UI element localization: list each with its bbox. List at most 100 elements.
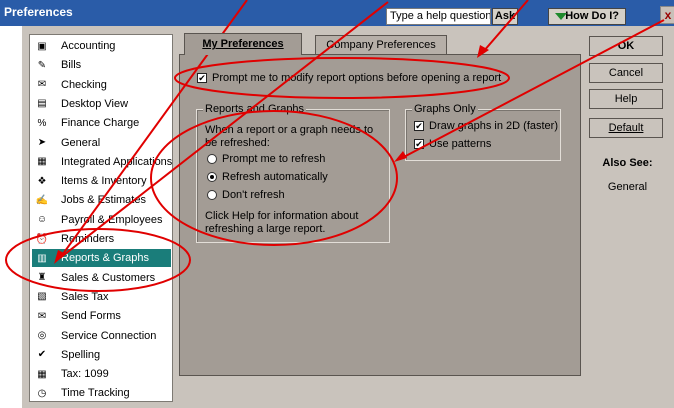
tax-1099-icon: ▦ [37,368,47,380]
general-icon: ➤ [37,137,47,148]
graphs-only-group: Graphs Only ✔ Draw graphs in 2D (faster) … [405,103,561,161]
time-tracking-icon: ◷ [37,387,47,399]
ok-button[interactable]: OK [589,36,663,56]
radio-label: Don't refresh [222,189,285,201]
use-patterns-checkbox[interactable]: ✔ [414,139,424,150]
sidebar-item-label: Bills [61,59,82,72]
dropdown-triangle-icon [555,13,567,20]
items-inventory-icon: ❖ [37,175,47,187]
sidebar-item-label: Reminders [61,233,115,245]
sidebar-item-desktop-view[interactable]: ▤ Desktop View [32,95,171,113]
draw-2d-checkbox[interactable]: ✔ [414,121,424,132]
sidebar-item-label: Items & Inventory [61,175,147,188]
send-forms-icon: ✉ [37,310,47,322]
sidebar-item-label: Checking [61,78,107,91]
jobs-estimates-icon: ✍ [35,194,49,206]
sidebar-item-tax-1099[interactable]: ▦ Tax: 1099 [32,365,171,383]
sidebar-item-label: Tax: 1099 [61,368,109,381]
sidebar-item-accounting[interactable]: ▣ Accounting [32,37,171,55]
sidebar-item-bills[interactable]: ✎ Bills [32,56,171,74]
payroll-employees-icon: ☺ [36,214,48,226]
sidebar-item-sales-customers[interactable]: ♜ Sales & Customers [32,269,171,287]
sidebar-item-label: Accounting [61,40,116,52]
sidebar-item-label: General [61,136,101,149]
refresh-description: When a report or a graph needs to be ref… [205,124,374,149]
preferences-panel: ✔ Prompt me to modify report options befo… [179,54,581,376]
window-title: Preferences [4,5,73,19]
help-question-input[interactable]: Type a help question [386,8,491,25]
sidebar-item-label: Service Connection [61,329,157,342]
radio-label: Prompt me to refresh [222,153,326,165]
help-button[interactable]: Help [589,89,663,109]
use-patterns-label: Use patterns [429,138,492,150]
sidebar-item-reminders[interactable]: ⏰ Reminders [32,230,171,248]
reminders-icon: ⏰ [35,233,49,245]
radio-refresh-automatically[interactable]: Refresh automatically [207,171,328,183]
title-bar: Preferences Type a help question Ask How… [0,0,674,26]
sidebar-item-payroll-employees[interactable]: ☺ Payroll & Employees [32,211,171,229]
preferences-list[interactable]: ▣ Accounting ✎ Bills ✉ Checking ▤ Desktop View%… [29,34,173,402]
sidebar-item-label: Sales Tax [61,290,109,303]
default-button[interactable]: Default [589,118,663,138]
integrated-applications-icon: ▦ [37,156,47,168]
sidebar-item-label: Sales & Customers [61,271,156,284]
use-patterns-option[interactable]: ✔ Use patterns [414,138,491,150]
tab-my-preferences[interactable]: My Preferences [184,33,302,55]
also-see-title: Also See: [602,157,653,169]
draw-2d-label: Draw graphs in 2D (faster) [429,120,558,132]
close-button[interactable]: x [660,6,674,24]
sidebar-item-sales-tax[interactable]: ▧ Sales Tax [32,288,171,306]
sidebar-item-items-inventory[interactable]: ❖ Items & Inventory [32,172,171,190]
sidebar-item-jobs-estimates[interactable]: ✍ Jobs & Estimates [32,191,171,209]
sidebar-item-checking[interactable]: ✉ Checking [32,76,171,94]
tab-label: My Preferences [202,38,284,50]
ask-button[interactable]: Ask [492,8,518,25]
sidebar-item-send-forms[interactable]: ✉ Send Forms [32,307,171,325]
sidebar-item-label: Spelling [61,348,101,361]
sales-customers-icon: ♜ [37,272,47,284]
finance-charge-icon: % [37,117,47,129]
spelling-icon: ✔ [37,349,47,361]
bills-icon: ✎ [37,59,47,71]
also-see-general-link[interactable]: General [590,181,665,193]
desktop-view-icon: ▤ [37,98,47,110]
sidebar-item-finance-charge[interactable]: % Finance Charge [32,114,171,132]
sidebar-item-spelling[interactable]: ✔ Spelling [32,346,171,364]
sidebar-item-label: Time Tracking [61,387,130,400]
reports-graphs-group: Reports and Graphs When a report or a gr… [196,103,390,243]
draw-2d-option[interactable]: ✔ Draw graphs in 2D (faster) [414,120,558,132]
prompt-modify-checkbox[interactable]: ✔ [197,73,207,84]
radio-button[interactable] [207,154,217,165]
sidebar-item-time-tracking[interactable]: ◷ Time Tracking [32,384,171,402]
how-do-i-label: How Do I? [565,10,619,22]
sidebar-item-reports-graphs[interactable]: ▥ Reports & Graphs [32,249,171,268]
sidebar-item-integrated-applications[interactable]: ▦ Integrated Applications [32,153,173,171]
sales-tax-icon: ▧ [37,291,47,303]
help-information-text: Click Help for information about refresh… [205,210,359,235]
radio-button[interactable] [207,190,217,201]
sidebar-item-label: Jobs & Estimates [61,194,146,207]
sidebar-item-label: Integrated Applications [61,155,173,168]
sidebar-item-general[interactable]: ➤ General [32,134,171,152]
cancel-button[interactable]: Cancel [589,63,663,83]
reports-graphs-icon: ▥ [37,252,47,264]
tab-company-preferences[interactable]: Company Preferences [315,35,447,55]
prompt-modify-option[interactable]: ✔ Prompt me to modify report options befo… [197,72,501,84]
sidebar-item-label: Desktop View [61,97,129,110]
sidebar-item-label: Reports & Graphs [61,252,150,265]
checking-icon: ✉ [37,79,47,91]
radio-button[interactable] [207,172,217,183]
graphs-group-title: Graphs Only [412,103,478,115]
service-connection-icon: ◎ [37,330,47,341]
reports-group-title: Reports and Graphs [203,103,307,115]
sidebar-item-service-connection[interactable]: ◎ Service Connection [32,327,171,345]
sidebar-item-label: Send Forms [61,310,121,323]
sidebar-item-label: Payroll & Employees [61,213,163,226]
tab-label: Company Preferences [326,39,436,51]
accounting-icon: ▣ [37,40,47,52]
sidebar-item-label: Finance Charge [61,117,140,130]
how-do-i-button[interactable]: How Do I? [548,8,626,25]
radio-dont-refresh[interactable]: Don't refresh [207,189,285,201]
radio-prompt-refresh[interactable]: Prompt me to refresh [207,153,325,165]
prompt-modify-label: Prompt me to modify report options befor… [212,72,502,84]
